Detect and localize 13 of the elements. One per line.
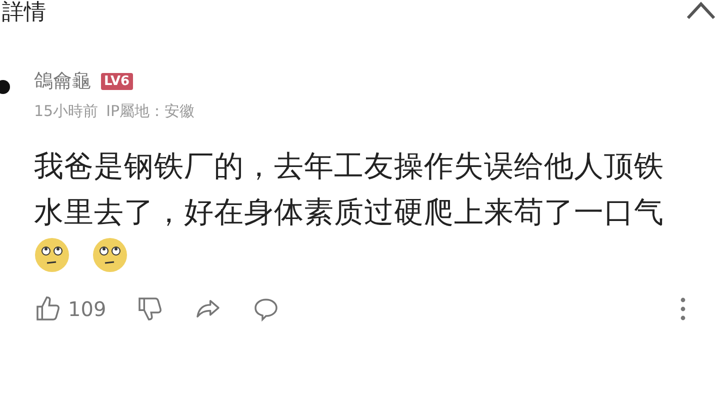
more-icon[interactable]: [680, 297, 686, 321]
emoji-icon: [34, 237, 70, 273]
thumbs-up-icon: [34, 295, 62, 323]
avatar[interactable]: [0, 80, 10, 94]
dislike-icon[interactable]: [136, 295, 164, 323]
like-button[interactable]: 109: [34, 295, 106, 323]
page-title: 詳情: [2, 0, 46, 26]
ip-location: IP屬地：安徽: [106, 102, 195, 121]
post-time: 15小時前: [34, 102, 98, 121]
emoji-icon: [92, 237, 128, 273]
level-badge: LV6: [101, 72, 133, 90]
comment-text: 我爸是钢铁厂的，去年工友操作失误给他人顶铁水里去了，好在身体素质过硬爬上来苟了一口气: [34, 148, 665, 231]
username[interactable]: 鴿龠龜: [34, 68, 91, 94]
